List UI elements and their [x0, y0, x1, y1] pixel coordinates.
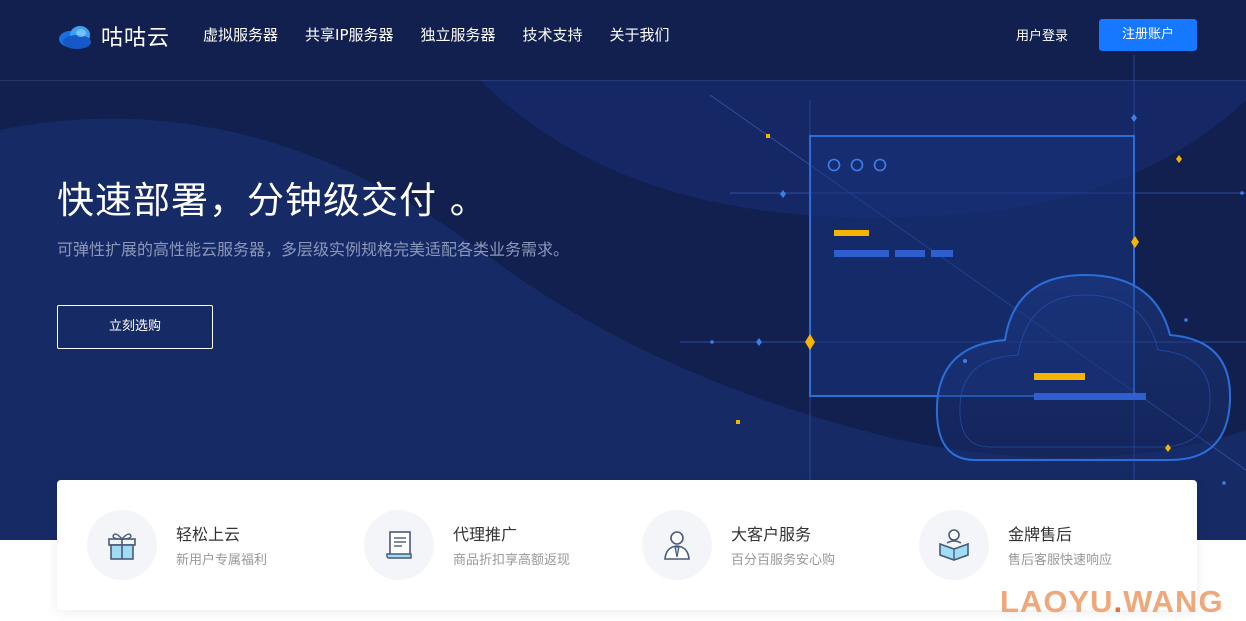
hero-title: 快速部署，分钟级交付 。 [57, 179, 488, 222]
nav-item-dedicated-server[interactable]: 独立服务器 [421, 24, 496, 45]
buy-now-button[interactable]: 立刻选购 [57, 305, 213, 349]
feature-desc: 商品折扣享高额返现 [453, 553, 571, 568]
register-button[interactable]: 注册账户 [1099, 19, 1197, 51]
watermark-right: WANG [1123, 584, 1224, 619]
document-icon [364, 510, 434, 580]
login-link[interactable]: 用户登录 [1016, 25, 1068, 44]
feature-desc: 新用户专属福利 [176, 553, 268, 568]
watermark-dot: . [1113, 584, 1124, 619]
feature-affiliate[interactable]: 代理推广 商品折扣享高额返现 [334, 510, 584, 580]
watermark-left: LAOYU [1000, 584, 1114, 619]
feature-after-sales[interactable]: 金牌售后 售后客服快速响应 [889, 510, 1139, 580]
feature-desc: 百分百服务安心购 [731, 553, 836, 568]
cloud-logo-icon [59, 26, 91, 49]
nav-item-virtual-server[interactable]: 虚拟服务器 [203, 24, 278, 45]
feature-title: 代理推广 [453, 525, 518, 544]
feature-easy-cloud[interactable]: 轻松上云 新用户专属福利 [57, 510, 307, 580]
feature-title: 金牌售后 [1008, 525, 1073, 544]
hero-illustration [0, 55, 1246, 540]
feature-desc: 售后客服快速响应 [1008, 553, 1113, 568]
feature-title: 轻松上云 [176, 525, 241, 544]
hero-subtitle: 可弹性扩展的高性能云服务器，多层级实例规格完美适配各类业务需求。 [57, 240, 570, 259]
gift-icon [87, 510, 157, 580]
top-navigation: 咕咕云 虚拟服务器 共享IP服务器 独立服务器 技术支持 关于我们 用户登录 注… [0, 0, 1246, 81]
nav-item-tech-support[interactable]: 技术支持 [523, 24, 583, 45]
support-icon [919, 510, 989, 580]
feature-enterprise[interactable]: 大客户服务 百分百服务安心购 [612, 510, 862, 580]
person-icon [642, 510, 712, 580]
nav-item-about-us[interactable]: 关于我们 [610, 24, 670, 45]
nav-item-shared-ip-server[interactable]: 共享IP服务器 [305, 24, 393, 45]
brand-logo[interactable]: 咕咕云 [57, 20, 170, 52]
brand-name: 咕咕云 [101, 26, 171, 51]
watermark: LAOYU.WANG [1000, 584, 1224, 620]
hero-section: 咕咕云 虚拟服务器 共享IP服务器 独立服务器 技术支持 关于我们 用户登录 注… [0, 0, 1246, 540]
main-nav: 虚拟服务器 共享IP服务器 独立服务器 技术支持 关于我们 [203, 24, 697, 45]
feature-title: 大客户服务 [731, 525, 812, 544]
